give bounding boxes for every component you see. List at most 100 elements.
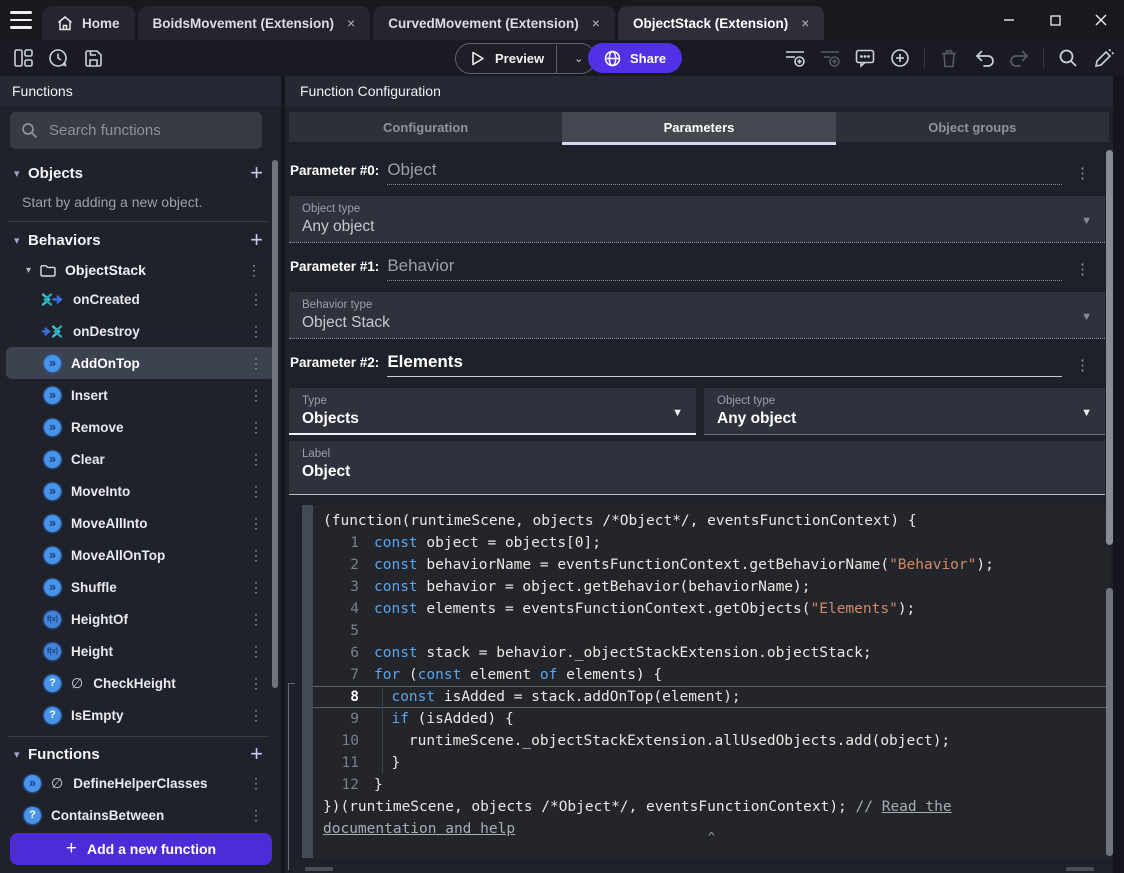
item-menu-icon[interactable]: ⋮ <box>245 483 275 500</box>
parameter-2-type-select[interactable]: Type Objects ▼ <box>289 388 696 435</box>
add-behavior-icon[interactable]: + <box>250 229 267 251</box>
save-icon[interactable] <box>82 47 104 69</box>
editor-scrollbar[interactable] <box>1106 588 1113 856</box>
sidebar-item-ondestroy[interactable]: onDestroy ⋮ <box>6 315 275 347</box>
javascript-code-editor[interactable]: (function(runtimeScene, objects /*Object… <box>302 505 1110 858</box>
parameter-2-label-input[interactable]: Label Object <box>289 441 1105 495</box>
item-menu-icon[interactable]: ⋮ <box>243 262 273 279</box>
add-new-function-button[interactable]: + Add a new function <box>10 833 272 865</box>
tab-parameters[interactable]: Parameters <box>562 112 836 145</box>
section-objects[interactable]: ▾ Objects + <box>0 160 273 186</box>
maximize-icon[interactable] <box>1032 0 1078 40</box>
close-tab-icon[interactable]: × <box>592 15 600 31</box>
item-menu-icon[interactable]: ⋮ <box>245 675 275 692</box>
tree-collapse-icon[interactable]: ▾ <box>26 265 31 276</box>
sidebar-item-addontop[interactable]: » AddOnTop ⋮ <box>6 347 275 379</box>
magic-pencil-icon[interactable] <box>1092 47 1114 69</box>
sidebar-item-containsbetween[interactable]: ? ContainsBetween ⋮ <box>6 799 275 831</box>
item-menu-icon[interactable]: ⋮ <box>245 451 275 468</box>
code-line-9[interactable]: 9 if (isAdded) { <box>313 708 1110 730</box>
item-menu-icon[interactable]: ⋮ <box>245 775 275 792</box>
search-functions-box[interactable] <box>10 112 262 149</box>
add-event-icon[interactable] <box>784 47 806 69</box>
code-lines[interactable]: 1 const object = objects[0]; 2 const behavi… <box>313 532 1110 796</box>
section-behaviors[interactable]: ▾ Behaviors + <box>0 227 273 253</box>
tab-configuration[interactable]: Configuration <box>289 112 562 142</box>
preview-button[interactable]: Preview ⌄ <box>455 43 597 74</box>
add-subevent-icon[interactable] <box>819 47 841 69</box>
tab-object-groups[interactable]: Object groups <box>836 112 1109 142</box>
panel-scrollbar[interactable] <box>1106 150 1113 545</box>
sidebar-item-moveallontop[interactable]: » MoveAllOnTop ⋮ <box>6 539 275 571</box>
parameter-0-object-type-select[interactable]: Object type Any object ▼ <box>289 196 1105 243</box>
code-line-10[interactable]: 10 runtimeScene._objectStackExtension.al… <box>313 730 1110 752</box>
code-area[interactable]: (function(runtimeScene, objects /*Object… <box>313 505 1110 858</box>
code-line-3[interactable]: 3 const behavior = object.getBehavior(beh… <box>313 576 1110 598</box>
tab-boidsmovement[interactable]: BoidsMovement (Extension) × <box>137 6 371 40</box>
sidebar-item-clear[interactable]: » Clear ⋮ <box>6 443 275 475</box>
behavior-group-objectstack[interactable]: ▾ ObjectStack ⋮ <box>0 257 273 283</box>
parameter-2-object-type-select[interactable]: Object type Any object ▼ <box>704 388 1105 435</box>
code-line-6[interactable]: 6 const stack = behavior._objectStackExte… <box>313 642 1110 664</box>
parameter-menu-icon[interactable]: ⋮ <box>1075 356 1090 374</box>
sidebar-item-shuffle[interactable]: » Shuffle ⋮ <box>6 571 275 603</box>
sidebar-item-heightof[interactable]: f(x) HeightOf ⋮ <box>6 603 275 635</box>
sidebar-item-isempty[interactable]: ? IsEmpty ⋮ <box>6 699 275 731</box>
sidebar-scrollbar[interactable] <box>272 160 278 688</box>
search-icon[interactable] <box>1057 47 1079 69</box>
sidebar-item-moveinto[interactable]: » MoveInto ⋮ <box>6 475 275 507</box>
item-menu-icon[interactable]: ⋮ <box>245 291 275 308</box>
sidebar-item-oncreated[interactable]: onCreated ⋮ <box>6 283 275 315</box>
tree-collapse-icon[interactable]: ▾ <box>14 167 28 180</box>
tab-curvedmovement[interactable]: CurvedMovement (Extension) × <box>373 6 615 40</box>
sidebar-item-insert[interactable]: » Insert ⋮ <box>6 379 275 411</box>
editor-drag-handle[interactable] <box>302 505 313 858</box>
main-menu-icon[interactable] <box>10 11 32 29</box>
item-menu-icon[interactable]: ⋮ <box>245 387 275 404</box>
section-functions[interactable]: ▾ Functions + <box>0 741 273 767</box>
code-line-2[interactable]: 2 const behaviorName = eventsFunctionCont… <box>313 554 1110 576</box>
tree-collapse-icon[interactable]: ▾ <box>14 234 28 247</box>
item-menu-icon[interactable]: ⋮ <box>245 515 275 532</box>
tab-objectstack[interactable]: ObjectStack (Extension) × <box>617 6 825 40</box>
item-menu-icon[interactable]: ⋮ <box>245 611 275 628</box>
documentation-link[interactable]: Read the <box>882 799 952 815</box>
circle-plus-icon[interactable] <box>889 47 911 69</box>
parameter-0-name-input[interactable]: Object <box>387 160 1062 185</box>
code-line-12[interactable]: 12} <box>313 774 1110 796</box>
code-line-1[interactable]: 1 const object = objects[0]; <box>313 532 1110 554</box>
parameter-menu-icon[interactable]: ⋮ <box>1075 260 1090 278</box>
add-object-icon[interactable]: + <box>250 162 267 184</box>
item-menu-icon[interactable]: ⋮ <box>245 579 275 596</box>
minimize-icon[interactable] <box>986 0 1032 40</box>
sidebar-item-remove[interactable]: » Remove ⋮ <box>6 411 275 443</box>
documentation-link[interactable]: documentation and help <box>323 821 515 837</box>
sidebar-item-checkheight[interactable]: ? ∅ CheckHeight ⋮ <box>6 667 275 699</box>
item-menu-icon[interactable]: ⋮ <box>245 707 275 724</box>
parameter-1-behavior-type-select[interactable]: Behavior type Object Stack ▼ <box>289 292 1105 339</box>
code-line-4[interactable]: 4 const elements = eventsFunctionContext.… <box>313 598 1110 620</box>
add-comment-icon[interactable] <box>854 47 876 69</box>
search-input[interactable] <box>47 121 251 140</box>
add-function-icon[interactable]: + <box>250 743 267 765</box>
parameter-1-name-input[interactable]: Behavior <box>387 256 1062 281</box>
sidebar-item-height[interactable]: f(x) Height ⋮ <box>6 635 275 667</box>
panels-layout-icon[interactable] <box>12 47 34 69</box>
code-line-11[interactable]: 11 } <box>313 752 1110 774</box>
code-line-7[interactable]: 7 for (const element of elements) { <box>313 664 1110 686</box>
redo-icon[interactable] <box>1008 47 1030 69</box>
item-menu-icon[interactable]: ⋮ <box>245 323 275 340</box>
item-menu-icon[interactable]: ⋮ <box>245 807 275 824</box>
share-button[interactable]: Share <box>588 43 683 73</box>
close-tab-icon[interactable]: × <box>347 15 355 31</box>
expand-editor-icon[interactable]: ^ <box>708 826 715 848</box>
sidebar-item-definehelperclasses[interactable]: » ∅ DefineHelperClasses ⋮ <box>6 767 275 799</box>
item-menu-icon[interactable]: ⋮ <box>245 355 275 372</box>
tab-home[interactable]: Home <box>42 6 135 40</box>
close-window-icon[interactable] <box>1078 0 1124 40</box>
item-menu-icon[interactable]: ⋮ <box>245 643 275 660</box>
undo-icon[interactable] <box>973 47 995 69</box>
close-tab-icon[interactable]: × <box>801 15 809 31</box>
tree-collapse-icon[interactable]: ▾ <box>14 748 28 761</box>
trash-icon[interactable] <box>938 47 960 69</box>
